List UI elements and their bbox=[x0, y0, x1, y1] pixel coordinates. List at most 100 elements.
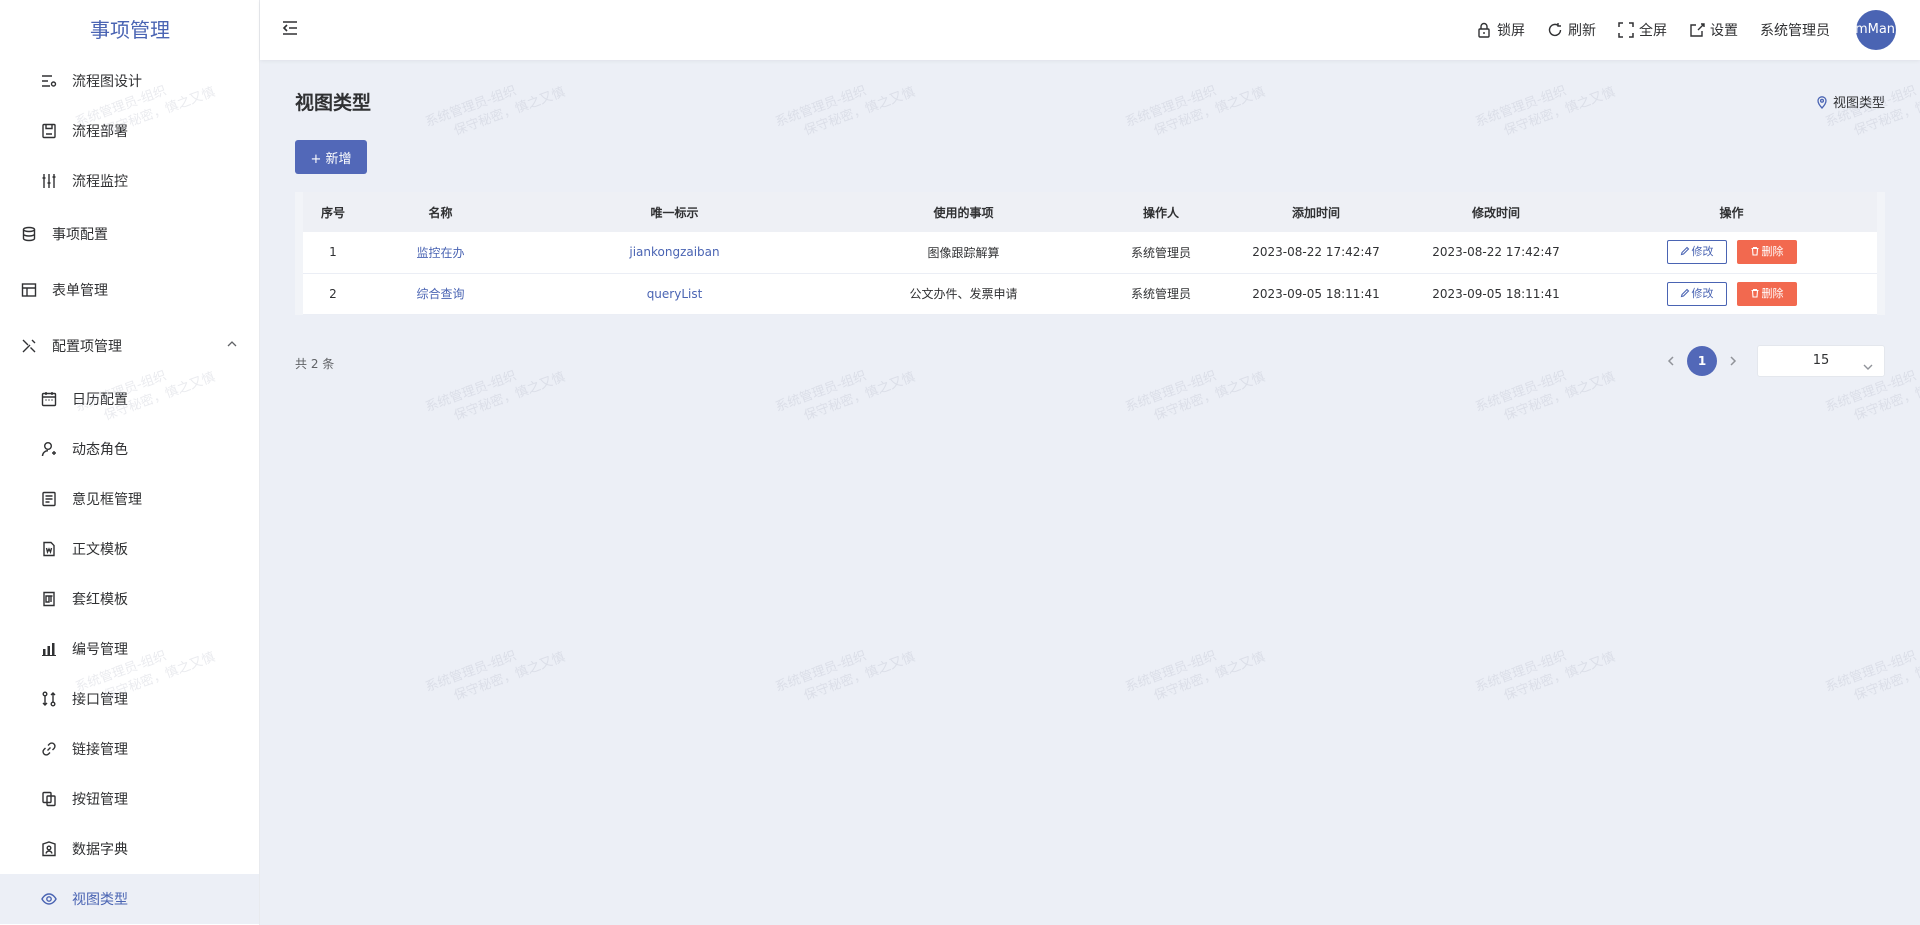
sidebar-item[interactable]: 流程部署 bbox=[0, 106, 259, 156]
comment-box-icon bbox=[40, 490, 58, 508]
prev-page-icon[interactable] bbox=[1661, 351, 1681, 371]
sidebar-item-label: 配置项管理 bbox=[52, 339, 122, 355]
column-header: 唯一标示 bbox=[518, 192, 831, 232]
delete-label: 删除 bbox=[1761, 286, 1784, 300]
key-link[interactable]: queryList bbox=[647, 287, 703, 301]
modified-time-cell: 2023-08-22 17:42:47 bbox=[1406, 232, 1586, 274]
sidebar-item[interactable]: 视图类型 bbox=[0, 874, 259, 924]
actions-cell: 修改 删除 bbox=[1586, 232, 1877, 274]
page-size-select[interactable]: 15 bbox=[1757, 345, 1885, 377]
next-page-icon[interactable] bbox=[1723, 351, 1743, 371]
red-template-icon bbox=[40, 590, 58, 608]
sidebar-item[interactable]: 意见框管理 bbox=[0, 474, 259, 524]
refresh-icon bbox=[1547, 22, 1563, 38]
lock-screen-button[interactable]: 锁屏 bbox=[1476, 20, 1525, 40]
location-pin-icon bbox=[1815, 95, 1829, 109]
modified-time-cell: 2023-09-05 18:11:41 bbox=[1406, 273, 1586, 315]
settings-label: 设置 bbox=[1710, 23, 1738, 39]
sidebar-item-label: 视图类型 bbox=[72, 892, 128, 908]
total-count: 共 2 条 bbox=[295, 357, 335, 371]
bar-chart-icon bbox=[40, 640, 58, 658]
delete-button[interactable]: 删除 bbox=[1736, 240, 1797, 265]
app-title: 事项管理 bbox=[90, 18, 170, 42]
interface-icon bbox=[40, 690, 58, 708]
fullscreen-button[interactable]: 全屏 bbox=[1618, 20, 1667, 40]
sidebar-item[interactable]: 接口管理 bbox=[0, 674, 259, 724]
pencil-icon bbox=[1680, 288, 1689, 297]
breadcrumb-item[interactable]: 视图类型 bbox=[1833, 92, 1885, 111]
lock-label: 锁屏 bbox=[1497, 23, 1525, 39]
usage-cell: 公文办件、发票申请 bbox=[831, 273, 1096, 315]
header-actions: 锁屏 刷新 全屏 设置 系统管理员 emMan bbox=[1476, 0, 1920, 60]
sidebar-item[interactable]: 流程监控 bbox=[0, 156, 259, 206]
name-link[interactable]: 监控在办 bbox=[416, 246, 464, 260]
sidebar-item[interactable]: 数据字典 bbox=[0, 824, 259, 874]
sidebar-item[interactable]: 事项配置 bbox=[0, 206, 259, 262]
column-header: 序号 bbox=[303, 192, 363, 232]
sidebar-item[interactable]: 日历配置 bbox=[0, 374, 259, 424]
user-add-icon bbox=[40, 440, 58, 458]
sidebar-item-label: 动态角色 bbox=[72, 442, 128, 458]
add-button[interactable]: + 新增 bbox=[295, 140, 367, 174]
edit-settings-icon bbox=[1689, 22, 1705, 38]
operator-cell: 系统管理员 bbox=[1096, 273, 1226, 315]
flow-design-icon bbox=[40, 72, 58, 90]
trash-icon bbox=[1751, 247, 1758, 256]
page-title: 视图类型 bbox=[295, 92, 372, 114]
refresh-button[interactable]: 刷新 bbox=[1547, 20, 1596, 40]
usage-cell: 图像跟踪解算 bbox=[831, 232, 1096, 274]
pencil-icon bbox=[1680, 246, 1689, 256]
sidebar-item-label: 链接管理 bbox=[72, 742, 128, 758]
key-cell: jiankongzaiban bbox=[518, 232, 831, 274]
fullscreen-icon bbox=[1618, 22, 1634, 38]
sidebar-item[interactable]: 动态角色 bbox=[0, 424, 259, 474]
doc-template-icon bbox=[40, 540, 58, 558]
settings-button[interactable]: 设置 bbox=[1689, 20, 1738, 40]
delete-button[interactable]: 删除 bbox=[1736, 281, 1797, 306]
sidebar-item-label: 流程监控 bbox=[72, 174, 128, 190]
sidebar-item[interactable]: 编号管理 bbox=[0, 624, 259, 674]
database-icon bbox=[20, 225, 38, 243]
name-link[interactable]: 综合查询 bbox=[416, 287, 464, 301]
sidebar-item-label: 按钮管理 bbox=[72, 792, 128, 808]
sidebar-item[interactable]: 正文模板 bbox=[0, 524, 259, 574]
chevron-down-icon bbox=[1862, 355, 1874, 370]
delete-label: 删除 bbox=[1761, 245, 1784, 259]
username[interactable]: 系统管理员 bbox=[1760, 20, 1830, 40]
data-table: 序号 名称 唯一标示 使用的事项 操作人 添加时间 修改时间 操作 1 监控在办 jiankong… bbox=[295, 192, 1885, 315]
sidebar-item[interactable]: 套红模板 bbox=[0, 574, 259, 624]
sidebar-menu: 流程图设计 流程部署流程监控事项配置表单管理配置项管理日历配置动态角色意见框管理正… bbox=[0, 56, 259, 924]
sidebar-item[interactable]: 配置项管理 bbox=[0, 318, 259, 374]
sidebar-item-label: 套红模板 bbox=[72, 592, 128, 608]
sidebar-item-label: 事项配置 bbox=[52, 227, 108, 243]
sidebar-item-label: 接口管理 bbox=[72, 692, 128, 708]
column-header: 操作 bbox=[1586, 192, 1877, 232]
collapse-menu-icon[interactable] bbox=[280, 18, 300, 38]
sidebar-item[interactable]: 表单管理 bbox=[0, 262, 259, 318]
column-header: 添加时间 bbox=[1226, 192, 1406, 232]
table-row: 2 综合查询 queryList 公文办件、发票申请 系统管理员 2023-09-05 1… bbox=[303, 273, 1877, 315]
operator-cell: 系统管理员 bbox=[1096, 232, 1226, 274]
table-header-row: 序号 名称 唯一标示 使用的事项 操作人 添加时间 修改时间 操作 bbox=[303, 192, 1877, 232]
sidebar-item[interactable]: 按钮管理 bbox=[0, 774, 259, 824]
edit-button[interactable]: 修改 bbox=[1666, 281, 1727, 306]
deploy-icon bbox=[40, 122, 58, 140]
sidebar-item[interactable]: 链接管理 bbox=[0, 724, 259, 774]
edit-label: 修改 bbox=[1691, 286, 1714, 300]
table-icon bbox=[20, 281, 38, 299]
edit-label: 修改 bbox=[1691, 245, 1714, 259]
dictionary-icon bbox=[40, 840, 58, 858]
key-link[interactable]: jiankongzaiban bbox=[629, 245, 719, 259]
edit-button[interactable]: 修改 bbox=[1666, 240, 1727, 265]
refresh-label: 刷新 bbox=[1568, 23, 1596, 39]
top-header: 锁屏 刷新 全屏 设置 系统管理员 emMan bbox=[260, 0, 1920, 60]
avatar[interactable]: emMan bbox=[1856, 10, 1896, 50]
sidebar-item-label: 编号管理 bbox=[72, 642, 128, 658]
index-cell: 1 bbox=[303, 232, 363, 274]
sidebar-item-label: 正文模板 bbox=[72, 542, 128, 558]
monitor-icon bbox=[40, 172, 58, 190]
sidebar-item[interactable]: 流程图设计 bbox=[0, 56, 259, 106]
page-size-value: 15 bbox=[1812, 353, 1830, 368]
page-number-button[interactable]: 1 bbox=[1687, 346, 1717, 376]
sidebar-item-label: 意见框管理 bbox=[72, 492, 142, 508]
